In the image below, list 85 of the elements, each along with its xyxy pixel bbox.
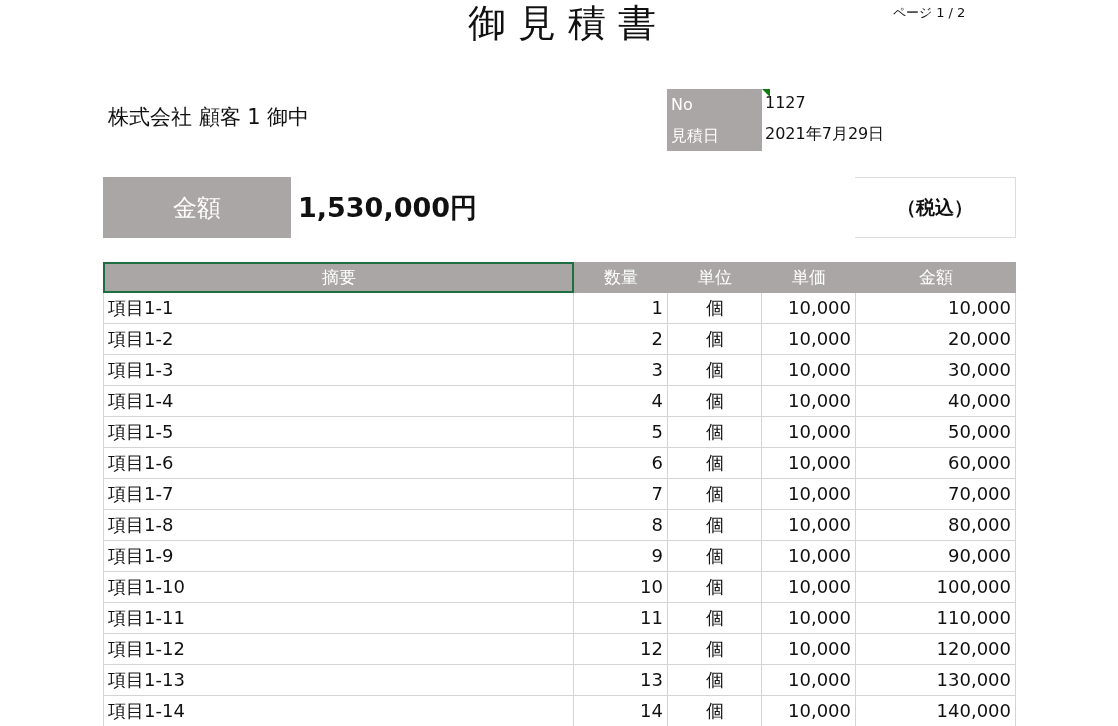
table-cell: 130,000 (856, 665, 1016, 696)
column-header[interactable]: 単価 (762, 262, 856, 293)
table-cell: 140,000 (856, 696, 1016, 726)
table-cell: 個 (668, 479, 762, 510)
table-cell: 項目1-6 (103, 448, 574, 479)
table-cell: 10,000 (856, 293, 1016, 324)
meta-label: No (667, 89, 762, 120)
table-cell: 13 (574, 665, 668, 696)
table-cell: 11 (574, 603, 668, 634)
table-cell: 10,000 (762, 665, 856, 696)
table-cell: 個 (668, 293, 762, 324)
table-cell: 10,000 (762, 293, 856, 324)
meta-value: 1127 (762, 89, 806, 120)
table-cell: 8 (574, 510, 668, 541)
customer-name: 株式会社 顧客 1 御中 (108, 104, 311, 131)
table-cell: 10,000 (762, 479, 856, 510)
table-cell: 項目1-5 (103, 417, 574, 448)
table-cell: 3 (574, 355, 668, 386)
column-header[interactable]: 単位 (668, 262, 762, 293)
table-cell: 70,000 (856, 479, 1016, 510)
table-cell: 個 (668, 665, 762, 696)
table-cell: 40,000 (856, 386, 1016, 417)
table-cell: 個 (668, 324, 762, 355)
table-cell: 項目1-9 (103, 541, 574, 572)
table-cell: 10,000 (762, 634, 856, 665)
table-cell: 14 (574, 696, 668, 726)
table-cell: 個 (668, 603, 762, 634)
table-cell: 個 (668, 696, 762, 726)
amount-label: 金額 (103, 177, 291, 238)
total-amount: 1,530,000円 (297, 190, 479, 225)
table-cell: 項目1-10 (103, 572, 574, 603)
table-cell: 個 (668, 572, 762, 603)
page-label: ページ 1 / 2 (893, 4, 966, 22)
table-cell: 5 (574, 417, 668, 448)
table-cell: 項目1-13 (103, 665, 574, 696)
table-cell: 10,000 (762, 572, 856, 603)
meta-label: 見積日 (667, 120, 762, 151)
table-cell: 9 (574, 541, 668, 572)
tax-note: （税込） (855, 177, 1016, 238)
column-header[interactable]: 金額 (856, 262, 1016, 293)
table-cell: 項目1-12 (103, 634, 574, 665)
table-cell: 項目1-8 (103, 510, 574, 541)
table-cell: 10,000 (762, 386, 856, 417)
table-cell: 個 (668, 541, 762, 572)
table-cell: 項目1-7 (103, 479, 574, 510)
table-cell: 項目1-1 (103, 293, 574, 324)
table-cell: 10,000 (762, 696, 856, 726)
table-cell: 10,000 (762, 603, 856, 634)
table-cell: 項目1-3 (103, 355, 574, 386)
table-cell: 1 (574, 293, 668, 324)
column-header[interactable]: 数量 (574, 262, 668, 293)
table-cell: 個 (668, 634, 762, 665)
table-cell: 12 (574, 634, 668, 665)
table-cell: 110,000 (856, 603, 1016, 634)
table-cell: 2 (574, 324, 668, 355)
table-cell: 10,000 (762, 355, 856, 386)
table-cell: 50,000 (856, 417, 1016, 448)
table-cell: 個 (668, 448, 762, 479)
table-cell: 項目1-14 (103, 696, 574, 726)
table-cell: 個 (668, 386, 762, 417)
table-cell: 個 (668, 510, 762, 541)
table-cell: 30,000 (856, 355, 1016, 386)
table-cell: 6 (574, 448, 668, 479)
table-cell: 10,000 (762, 417, 856, 448)
table-cell: 10 (574, 572, 668, 603)
meta-value: 2021年7月29日 (764, 123, 885, 145)
table-cell: 項目1-11 (103, 603, 574, 634)
table-cell: 10,000 (762, 510, 856, 541)
table-cell: 20,000 (856, 324, 1016, 355)
table-cell: 10,000 (762, 448, 856, 479)
table-cell: 80,000 (856, 510, 1016, 541)
table-cell: 個 (668, 355, 762, 386)
table-cell: 個 (668, 417, 762, 448)
table-cell: 4 (574, 386, 668, 417)
table-cell: 項目1-2 (103, 324, 574, 355)
table-cell: 60,000 (856, 448, 1016, 479)
table-cell: 100,000 (856, 572, 1016, 603)
table-cell: 10,000 (762, 541, 856, 572)
table-cell: 90,000 (856, 541, 1016, 572)
table-cell: 項目1-4 (103, 386, 574, 417)
table-cell: 10,000 (762, 324, 856, 355)
table-cell: 120,000 (856, 634, 1016, 665)
column-header[interactable]: 摘要 (103, 262, 574, 293)
table-cell: 7 (574, 479, 668, 510)
document-title: 御見積書 (468, 0, 668, 46)
